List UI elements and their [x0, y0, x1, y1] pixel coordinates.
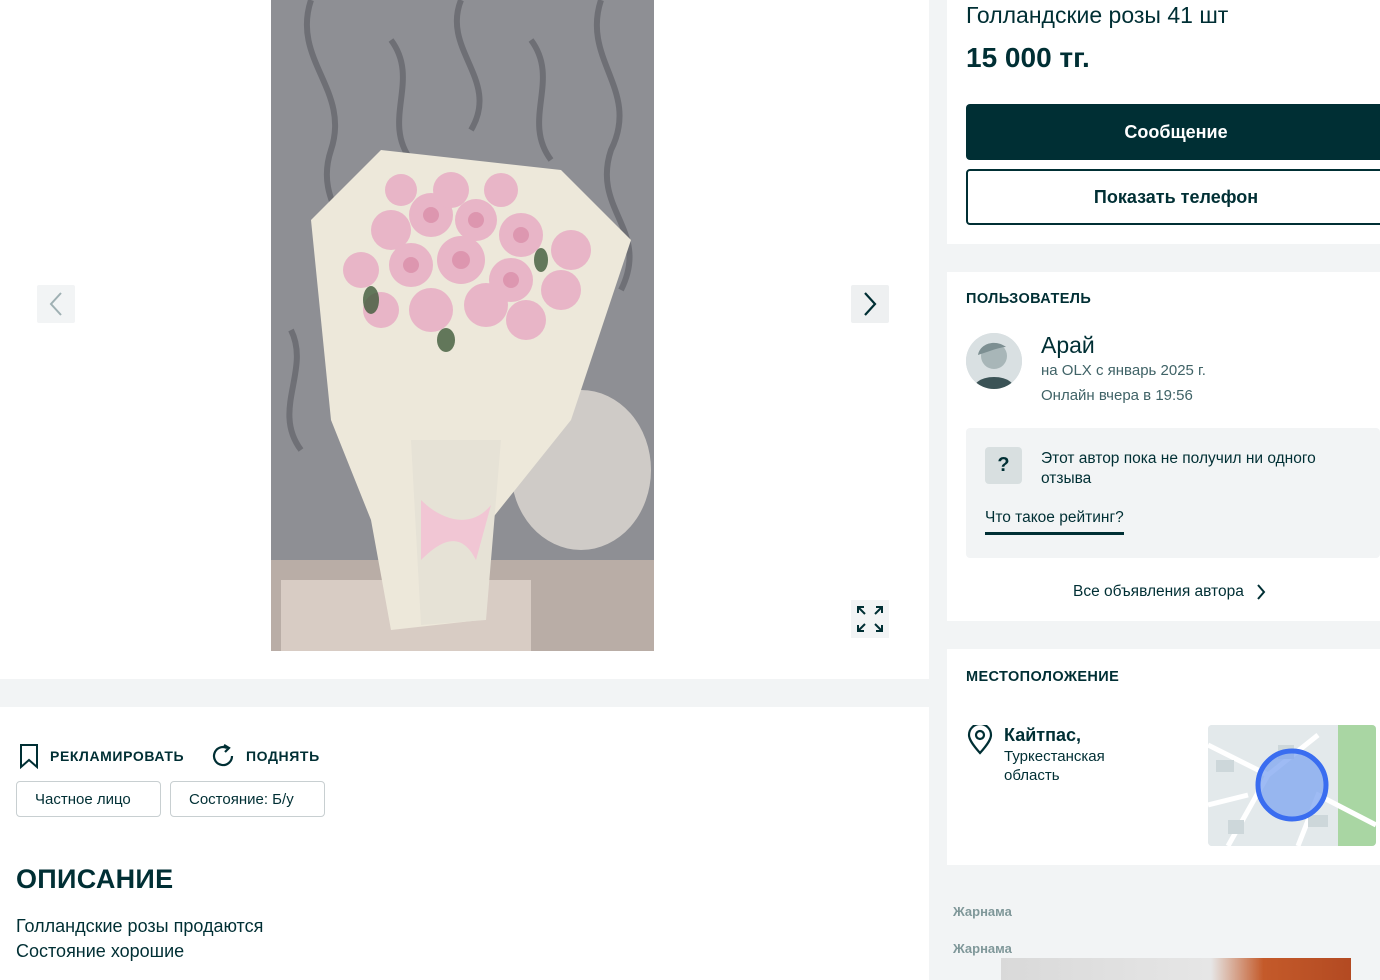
question-icon: ? — [985, 447, 1022, 484]
avatar[interactable] — [966, 333, 1022, 389]
rating-text: Этот автор пока не получил ни одного отз… — [1041, 450, 1316, 487]
chevron-left-icon — [49, 292, 62, 316]
fullscreen-button[interactable] — [851, 600, 889, 638]
user-section-title: ПОЛЬЗОВАТЕЛЬ — [966, 291, 1092, 307]
map-marker — [1255, 748, 1329, 822]
listing-photo[interactable] — [271, 0, 654, 651]
tag-condition: Состояние: Б/у — [170, 781, 325, 817]
chevron-right-icon — [864, 292, 877, 316]
location-pin-icon — [966, 722, 994, 759]
location-city: Кайтпас, — [1004, 725, 1081, 745]
ad-label: Жарнама — [953, 904, 1012, 919]
listing-title: Голландские розы 41 шт — [966, 2, 1229, 28]
expand-icon — [857, 606, 883, 632]
listing-price: 15 000 тг. — [966, 42, 1090, 73]
user-name[interactable]: Арай — [1041, 332, 1095, 359]
show-phone-button[interactable]: Показать телефон — [966, 169, 1380, 225]
location-map[interactable] — [1208, 725, 1376, 846]
rating-box — [966, 428, 1380, 558]
location-region: Туркестанская область — [1004, 748, 1105, 784]
raise-label: ПОДНЯТЬ — [246, 748, 320, 764]
message-button[interactable]: Сообщение — [966, 104, 1380, 160]
ad-label: Жарнама — [953, 941, 1012, 956]
raise-button[interactable]: ПОДНЯТЬ — [210, 743, 320, 769]
photo-gallery — [0, 0, 929, 679]
advertise-label: РЕКЛАМИРОВАТЬ — [50, 748, 185, 764]
what-is-rating-link[interactable]: Что такое рейтинг? — [985, 509, 1124, 535]
description-title: ОПИСАНИЕ — [16, 864, 174, 894]
listing-details: РЕКЛАМИРОВАТЬ ПОДНЯТЬ Частное лицо Состо… — [0, 707, 929, 980]
chevron-right-icon — [1257, 584, 1266, 600]
user-avatar-icon — [966, 333, 1022, 389]
description-line: Состояние хорошие — [16, 941, 185, 961]
description-line: Голландские розы продаются — [16, 916, 264, 936]
location-section-title: МЕСТОПОЛОЖЕНИЕ — [966, 669, 1120, 685]
prev-photo-button[interactable] — [37, 285, 75, 323]
all-author-ads-label: Все объявления автора — [1073, 583, 1244, 600]
tag-seller-type: Частное лицо — [16, 781, 161, 817]
bookmark-icon — [20, 744, 38, 769]
user-member-since: на OLX с январь 2025 г. — [1041, 362, 1206, 379]
ad-banner[interactable] — [1001, 958, 1351, 980]
user-last-online: Онлайн вчера в 19:56 — [1041, 387, 1193, 404]
refresh-icon — [212, 744, 234, 767]
advertise-button[interactable]: РЕКЛАМИРОВАТЬ — [18, 743, 184, 769]
all-author-ads-link[interactable]: Все объявления автора — [1073, 583, 1266, 601]
next-photo-button[interactable] — [851, 285, 889, 323]
